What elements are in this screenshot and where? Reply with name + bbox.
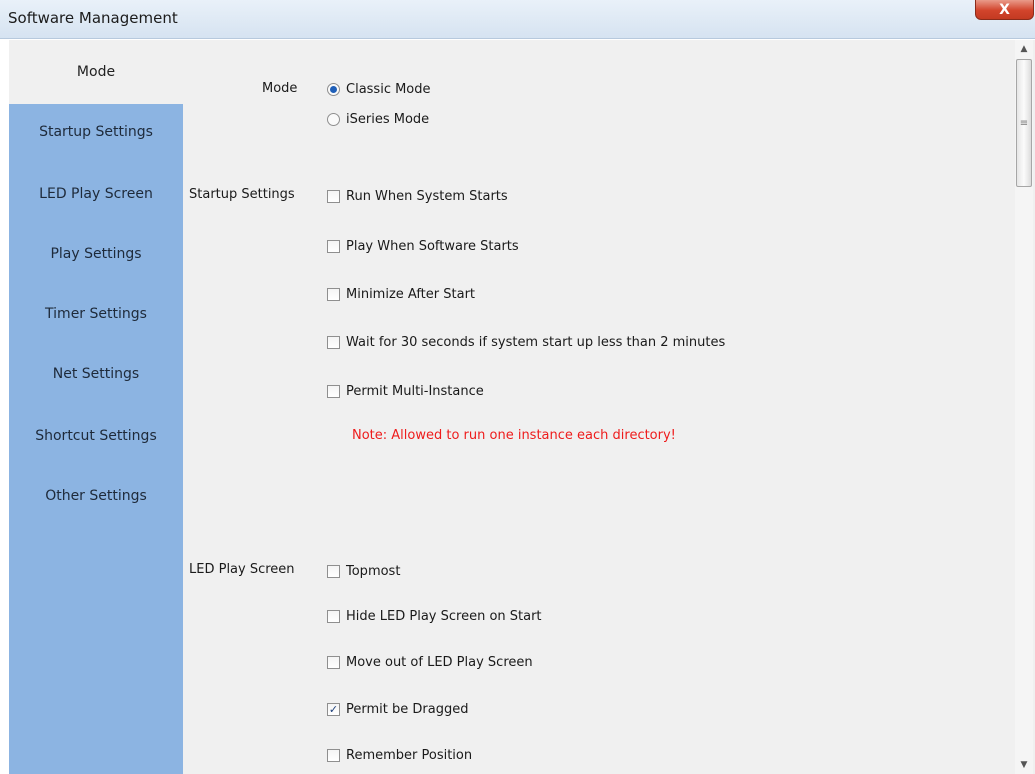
checkbox-label: Hide LED Play Screen on Start <box>346 608 542 624</box>
title-bar: Software Management X <box>0 0 1035 39</box>
nav-item-timer-settings[interactable]: Timer Settings <box>9 306 183 322</box>
checkbox-label: Wait for 30 seconds if system start up l… <box>346 334 726 350</box>
close-icon: X <box>999 1 1010 18</box>
checkbox-label: Topmost <box>346 563 401 579</box>
checkbox[interactable] <box>327 564 340 578</box>
checkbox-play-when-software-starts[interactable]: Play When Software Starts <box>327 236 519 256</box>
mode-label: Mode <box>262 81 298 96</box>
checkbox-permit-multi-instance[interactable]: Permit Multi-Instance <box>327 381 484 401</box>
grip-icon: ≡ <box>1019 117 1029 129</box>
checkbox[interactable] <box>327 239 340 253</box>
checkbox[interactable] <box>327 384 340 398</box>
checkbox[interactable] <box>327 609 340 623</box>
nav-item-shortcut-settings[interactable]: Shortcut Settings <box>9 428 183 444</box>
checkbox-label: Permit Multi-Instance <box>346 383 484 399</box>
led-play-screen-label: LED Play Screen <box>189 562 295 577</box>
close-button[interactable]: X <box>975 0 1034 20</box>
radio-button[interactable] <box>327 112 340 126</box>
nav-item-mode[interactable]: Mode <box>9 40 183 104</box>
radio-classic-mode[interactable]: Classic Mode <box>327 79 431 99</box>
check-mark-icon: ✓ <box>328 702 339 716</box>
radio-label: Classic Mode <box>346 81 431 97</box>
dialog-client: Mode Startup Settings LED Play Screen Pl… <box>9 40 1014 774</box>
arrow-up-icon[interactable]: ▲ <box>1015 40 1033 58</box>
checkbox-permit-be-dragged[interactable]: ✓ Permit be Dragged <box>327 699 468 719</box>
nav-item-other-settings[interactable]: Other Settings <box>9 488 183 504</box>
checkbox-label: Play When Software Starts <box>346 238 519 254</box>
checkbox-label: Run When System Starts <box>346 188 508 204</box>
nav-item-net-settings[interactable]: Net Settings <box>9 366 183 382</box>
checkbox-label: Move out of LED Play Screen <box>346 654 533 670</box>
nav-item-led-play-screen[interactable]: LED Play Screen <box>9 186 183 202</box>
radio-dot <box>330 85 337 93</box>
checkbox-run-when-system-starts[interactable]: Run When System Starts <box>327 186 508 206</box>
checkbox-label: Remember Position <box>346 747 473 763</box>
checkbox-move-out-of-led-play-screen[interactable]: Move out of LED Play Screen <box>327 652 533 672</box>
checkbox-label: Permit be Dragged <box>346 701 469 717</box>
checkbox-checked[interactable]: ✓ <box>327 702 340 716</box>
radio-iseries-mode[interactable]: iSeries Mode <box>327 109 429 129</box>
settings-nav: Mode Startup Settings LED Play Screen Pl… <box>9 40 183 774</box>
checkbox[interactable] <box>327 287 340 301</box>
checkbox-topmost[interactable]: Topmost <box>327 561 400 581</box>
vertical-scrollbar[interactable]: ▲ ≡ ▼ <box>1006 40 1035 774</box>
checkbox[interactable] <box>327 748 340 762</box>
checkbox-minimize-after-start[interactable]: Minimize After Start <box>327 284 475 304</box>
nav-item-play-settings[interactable]: Play Settings <box>9 246 183 262</box>
nav-item-label: Mode <box>76 64 116 80</box>
checkbox[interactable] <box>327 655 340 669</box>
radio-button[interactable] <box>327 82 340 96</box>
checkbox-wait-30-seconds[interactable]: Wait for 30 seconds if system start up l… <box>327 332 725 352</box>
checkbox-remember-position[interactable]: Remember Position <box>327 745 472 765</box>
radio-label: iSeries Mode <box>346 111 430 127</box>
multi-instance-note: Note: Allowed to run one instance each d… <box>352 428 676 443</box>
checkbox[interactable] <box>327 189 340 203</box>
arrow-down-icon[interactable]: ▼ <box>1015 756 1033 774</box>
scroll-thumb[interactable]: ≡ <box>1016 59 1032 187</box>
startup-settings-label: Startup Settings <box>189 187 295 202</box>
nav-item-startup-settings[interactable]: Startup Settings <box>9 124 183 140</box>
checkbox[interactable] <box>327 335 340 349</box>
checkbox-hide-led-play-screen[interactable]: Hide LED Play Screen on Start <box>327 606 542 626</box>
window-title: Software Management <box>8 9 178 27</box>
checkbox-label: Minimize After Start <box>346 286 476 302</box>
